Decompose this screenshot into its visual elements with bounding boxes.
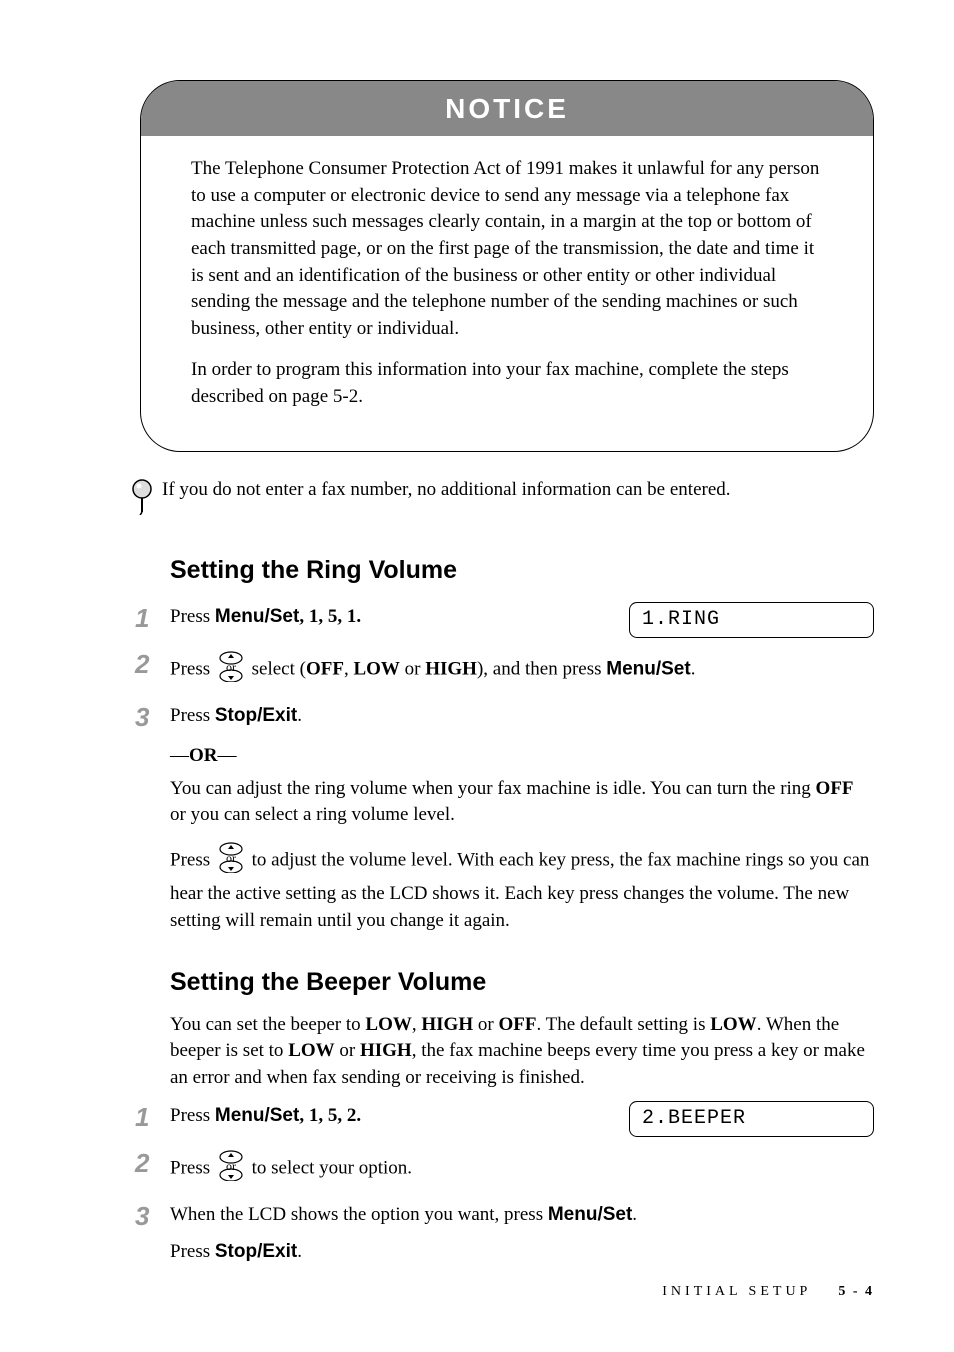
step-text: Press or select (OFF, LOW or HIGH), and … <box>170 646 874 691</box>
step-number: 1 <box>135 600 170 636</box>
up-down-or-icon: or <box>217 650 245 691</box>
notice-body: The Telephone Consumer Protection Act of… <box>141 156 873 410</box>
up-down-or-icon: or <box>217 841 245 882</box>
tip-row: If you do not enter a fax number, no add… <box>130 477 874 524</box>
heading-beeper-volume: Setting the Beeper Volume <box>170 965 874 1000</box>
svg-text:or: or <box>226 851 236 865</box>
menu-set-button: Menu/Set <box>548 1204 632 1225</box>
beeper-step-3: 3 When the LCD shows the option you want… <box>135 1198 874 1265</box>
step-text: Press Menu/Set, 1, 5, 2. <box>170 1103 619 1130</box>
step-number: 3 <box>135 1198 170 1234</box>
ring-step-2: 2 Press or select (OFF, LOW or HIGH), an… <box>135 646 874 691</box>
step-text: Press Menu/Set, 1, 5, 1. <box>170 604 619 631</box>
ring-step-3: 3 Press Stop/Exit. <box>135 699 874 735</box>
ring-body-idle: You can adjust the ring volume when your… <box>170 776 874 829</box>
svg-text:or: or <box>226 1159 236 1173</box>
step-text: Press Stop/Exit. <box>170 699 874 730</box>
heading-ring-volume: Setting the Ring Volume <box>170 553 874 588</box>
lcd-display-ring: 1.RING <box>629 602 874 638</box>
notice-paragraph-2: In order to program this information int… <box>191 357 823 410</box>
menu-set-button: Menu/Set <box>215 1105 299 1126</box>
tip-pin-icon <box>130 479 154 524</box>
or-separator: —OR— <box>170 743 874 770</box>
step-number: 3 <box>135 699 170 735</box>
step-number: 2 <box>135 1145 170 1181</box>
up-down-or-icon: or <box>217 1149 245 1190</box>
beeper-step-2: 2 Press or to select your option. <box>135 1145 874 1190</box>
step-number: 1 <box>135 1099 170 1135</box>
notice-title: NOTICE <box>141 81 873 136</box>
ring-body-adjust: Press or to adjust the volume level. Wit… <box>170 841 874 935</box>
step-text: Press or to select your option. <box>170 1145 874 1190</box>
footer-page-number: 5 - 4 <box>838 1284 874 1299</box>
notice-box: NOTICE The Telephone Consumer Protection… <box>140 80 874 452</box>
tip-text: If you do not enter a fax number, no add… <box>162 477 731 504</box>
stop-exit-button: Stop/Exit <box>215 705 297 726</box>
lcd-display-beeper: 2.BEEPER <box>629 1101 874 1137</box>
step-number: 2 <box>135 646 170 682</box>
beeper-intro: You can set the beeper to LOW, HIGH or O… <box>170 1012 874 1092</box>
svg-text:or: or <box>226 660 236 674</box>
notice-paragraph-1: The Telephone Consumer Protection Act of… <box>191 156 823 342</box>
beeper-step-1: 1 Press Menu/Set, 1, 5, 2. 2.BEEPER <box>135 1099 874 1137</box>
step-text: When the LCD shows the option you want, … <box>170 1198 874 1265</box>
menu-set-button: Menu/Set <box>606 659 690 680</box>
menu-set-button: Menu/Set <box>215 606 299 627</box>
ring-step-1: 1 Press Menu/Set, 1, 5, 1. 1.RING <box>135 600 874 638</box>
footer-section-label: INITIAL SETUP <box>662 1284 811 1299</box>
stop-exit-button: Stop/Exit <box>215 1241 297 1262</box>
page-footer: INITIAL SETUP 5 - 4 <box>662 1282 874 1302</box>
